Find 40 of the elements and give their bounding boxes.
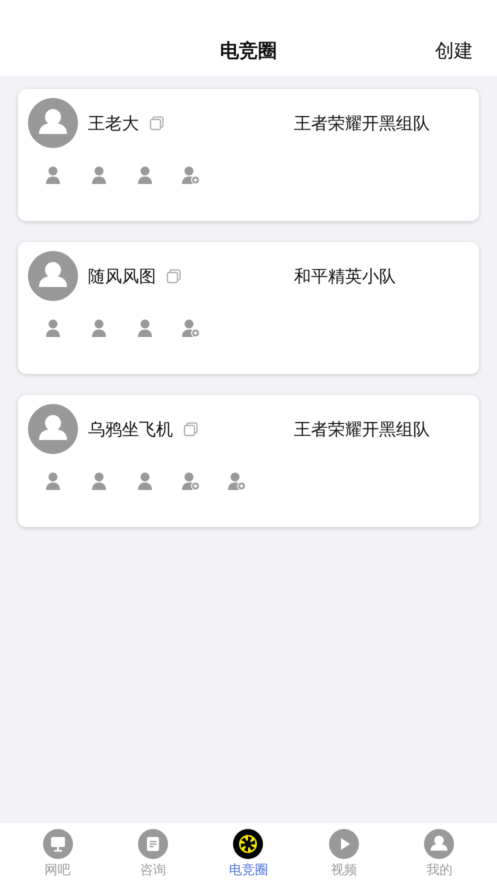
team-game-title: 王者荣耀开黑组队 — [294, 418, 431, 440]
document-icon — [138, 829, 168, 859]
team-game-title: 王者荣耀开黑组队 — [294, 112, 431, 134]
monitor-icon — [42, 829, 73, 859]
person-icon — [44, 165, 62, 185]
team-card[interactable]: 乌鸦坐飞机 王者荣耀开黑组队 — [18, 395, 479, 527]
aperture-icon — [233, 829, 264, 859]
page-title: 电竞圈 — [220, 39, 277, 64]
person-icon — [136, 165, 154, 185]
avatar-icon — [28, 98, 78, 148]
team-game-title: 和平精英小队 — [294, 266, 397, 288]
avatar-icon — [28, 251, 78, 301]
add-person-icon[interactable] — [182, 318, 200, 338]
person-icon — [424, 829, 454, 859]
create-button[interactable]: 创建 — [435, 38, 473, 64]
tab-item[interactable]: 电竞圈 — [213, 823, 284, 883]
tab-item[interactable]: 我的 — [404, 823, 474, 883]
add-person-icon[interactable] — [182, 471, 200, 491]
team-card[interactable]: 王老大 王者荣耀开黑组队 — [18, 89, 479, 221]
copy-icon[interactable] — [149, 115, 165, 131]
copy-icon[interactable] — [166, 268, 182, 284]
person-icon — [90, 471, 108, 491]
play-icon — [328, 829, 359, 859]
person-icon — [90, 165, 108, 185]
add-person-icon[interactable] — [182, 165, 200, 185]
person-icon — [44, 471, 62, 491]
tab-item[interactable]: 咨询 — [118, 823, 188, 883]
leader-name: 乌鸦坐飞机 — [88, 418, 173, 440]
person-icon — [136, 471, 154, 491]
copy-icon[interactable] — [183, 421, 199, 437]
leader-name: 王老大 — [88, 112, 139, 134]
avatar-icon — [28, 404, 78, 454]
leader-name: 随风风图 — [88, 266, 156, 288]
person-icon — [44, 318, 62, 338]
team-card[interactable]: 随风风图 和平精英小队 — [18, 242, 479, 374]
tab-item[interactable]: 视频 — [308, 823, 379, 883]
person-icon — [136, 318, 154, 338]
add-person-icon[interactable] — [228, 471, 246, 491]
tab-item[interactable]: 网吧 — [22, 823, 93, 883]
person-icon — [90, 318, 108, 338]
